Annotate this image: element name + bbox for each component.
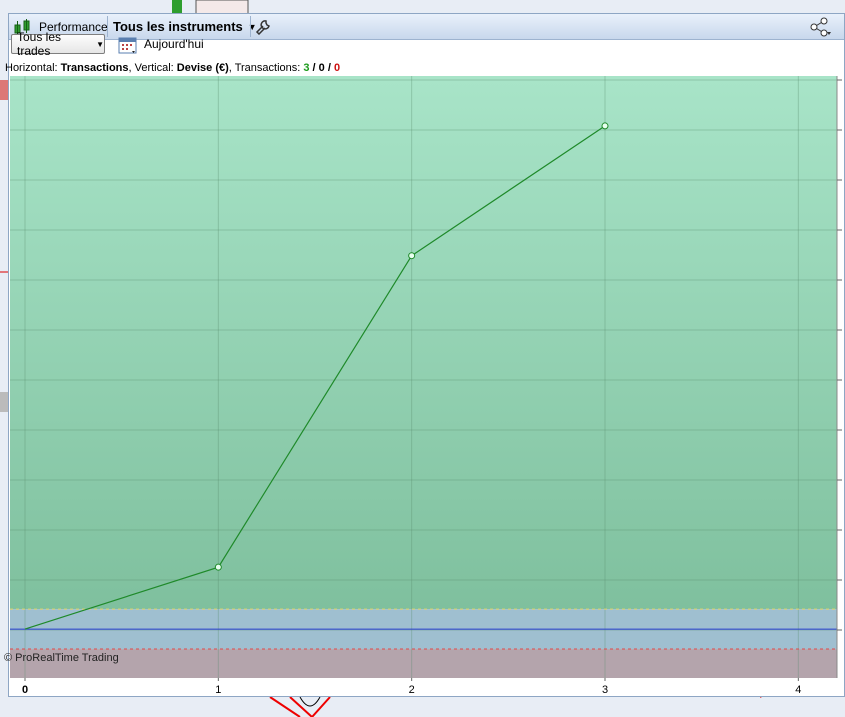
profit-zone — [10, 76, 837, 610]
x-axis — [10, 678, 837, 696]
info-transactions-prefix: , Transactions: — [228, 62, 304, 74]
info-vertical-prefix: , Vertical: — [128, 62, 177, 74]
performance-chart: 0 1 2 3 4 — [10, 76, 842, 696]
info-horizontal-value: Transactions — [60, 62, 129, 74]
data-point — [408, 252, 416, 260]
y-axis — [836, 76, 842, 678]
info-separator: / — [324, 62, 334, 74]
chart-info-line: Horizontal: Transactions, Vertical: Devi… — [5, 62, 340, 74]
data-point — [601, 122, 609, 130]
x-tick-label: 3 — [602, 684, 608, 696]
data-point — [214, 563, 222, 571]
info-vertical-value: Devise (€) — [176, 62, 229, 74]
transactions-loss: 0 — [333, 62, 341, 74]
x-tick-label: 2 — [409, 684, 415, 696]
info-separator: / — [309, 62, 319, 74]
loss-zone — [10, 649, 837, 678]
info-horizontal-prefix: Horizontal: — [5, 62, 61, 74]
x-tick-label: 1 — [215, 684, 221, 696]
x-tick-label: 0 — [22, 684, 28, 696]
copyright-text: © ProRealTime Trading — [4, 652, 119, 664]
x-tick-label: 4 — [795, 684, 801, 696]
